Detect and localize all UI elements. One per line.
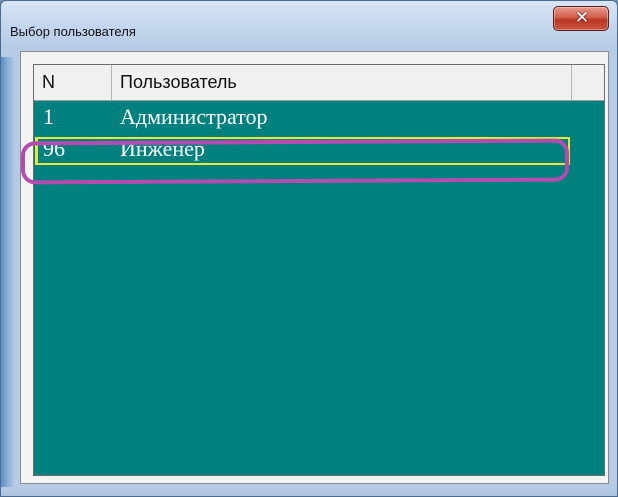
user-name-cell: Инженер: [120, 136, 205, 161]
close-icon: ✕: [574, 8, 590, 28]
selected-table-row[interactable]: 96 Инженер: [34, 133, 604, 165]
user-number-cell: 96: [43, 136, 65, 161]
column-header-number[interactable]: N: [34, 65, 112, 100]
column-header-empty: [572, 65, 604, 100]
close-button[interactable]: ✕: [553, 6, 609, 31]
user-selection-window: Выбор пользователя ✕ N Пользователь 1 Ад…: [0, 0, 618, 497]
user-number-cell: 1: [43, 104, 54, 129]
selection-frame: [35, 137, 570, 165]
user-name-cell: Администратор: [120, 104, 268, 129]
window-left-glow: [1, 57, 15, 487]
window-titlebar[interactable]: Выбор пользователя ✕: [1, 1, 617, 43]
table-row[interactable]: 1 Администратор: [34, 101, 604, 132]
column-header-user[interactable]: Пользователь: [112, 65, 572, 100]
window-bottom-border: [1, 487, 617, 496]
users-table[interactable]: N Пользователь 1 Администратор 96 Инжене…: [33, 64, 605, 476]
window-title: Выбор пользователя: [10, 24, 136, 39]
table-header: N Пользователь: [34, 65, 604, 101]
